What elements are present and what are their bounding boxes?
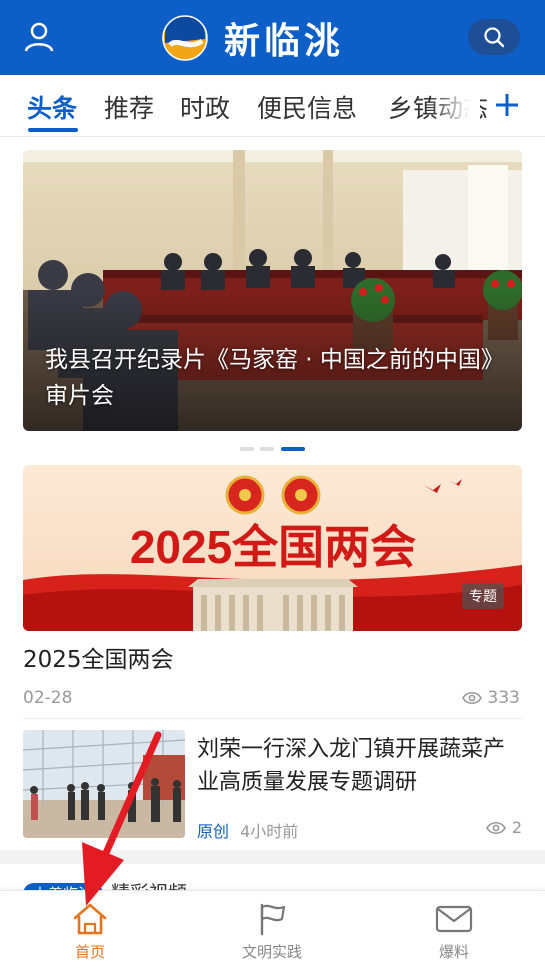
app-logo: 新临洮 (162, 12, 344, 64)
nav-home-label: 首页 (74, 943, 105, 961)
home-icon (73, 903, 107, 935)
logo-mark-icon (162, 15, 208, 61)
bottom-navigation: 首页 文明实践 爆料 (0, 890, 545, 970)
divider (23, 718, 522, 719)
news-time: 4小时前 (240, 822, 299, 841)
carousel-caption[interactable]: 我县召开纪录片《马家窑 · 中国之前的中国》审片会 (45, 342, 495, 414)
news-view-count: 2 (511, 818, 522, 837)
nav-tips[interactable]: 爆料 (394, 901, 514, 962)
user-icon (24, 22, 54, 52)
tab-politics[interactable]: 时政 (180, 89, 230, 125)
feature-banner[interactable]: 2025全国两会 专题 (23, 465, 522, 631)
news-source: 原创 (197, 822, 230, 841)
tab-headlines[interactable]: 头条 (27, 89, 77, 125)
nav-civilization-practice[interactable]: 文明实践 (212, 901, 332, 962)
nav-home[interactable]: 首页 (30, 901, 150, 962)
search-button[interactable] (468, 19, 520, 55)
carousel-dot[interactable] (240, 447, 254, 451)
feature-title[interactable]: 2025全国两会 (23, 640, 174, 674)
headline-carousel[interactable]: 我县召开纪录片《马家窑 · 中国之前的中国》审片会 (23, 150, 522, 431)
section-separator (0, 850, 545, 864)
news-views: 2 (485, 818, 522, 837)
banner-headline: 2025全国两会 (130, 521, 416, 573)
search-icon (484, 27, 505, 48)
app-header: 新临洮 (0, 0, 545, 75)
tab-public-info[interactable]: 便民信息 (257, 89, 357, 125)
eye-icon (461, 691, 482, 705)
topic-badge: 专题 (462, 583, 504, 609)
carousel-dot[interactable] (260, 447, 274, 451)
flag-icon (260, 903, 286, 936)
carousel-dot-active[interactable] (281, 447, 305, 451)
eye-icon (485, 821, 506, 834)
active-tab-indicator (28, 128, 78, 132)
news-thumbnail[interactable] (23, 730, 185, 838)
feature-view-count: 333 (487, 688, 520, 708)
two-sessions-banner: 2025全国两会 (23, 465, 522, 631)
app-name: 新临洮 (224, 20, 345, 62)
add-channel-icon[interactable] (494, 92, 520, 118)
channel-tabs: 头条 推荐 时政 便民信息 乡镇动态 (0, 75, 545, 137)
greenhouse-photo (23, 730, 185, 838)
feature-date: 02-28 (23, 688, 73, 708)
nav-civilization-label: 文明实践 (241, 943, 302, 961)
news-title[interactable]: 刘荣一行深入龙门镇开展蔬菜产业高质量发展专题调研 (197, 733, 522, 799)
feature-meta: 02-28 333 (23, 688, 522, 712)
news-meta: 原创 4小时前 2 (197, 818, 522, 842)
user-profile-button[interactable] (22, 20, 56, 54)
nav-tips-label: 爆料 (438, 943, 469, 961)
tabs-fade (430, 75, 480, 135)
feature-views: 333 (461, 688, 520, 708)
mail-icon (435, 905, 473, 933)
tab-recommended[interactable]: 推荐 (104, 89, 154, 125)
